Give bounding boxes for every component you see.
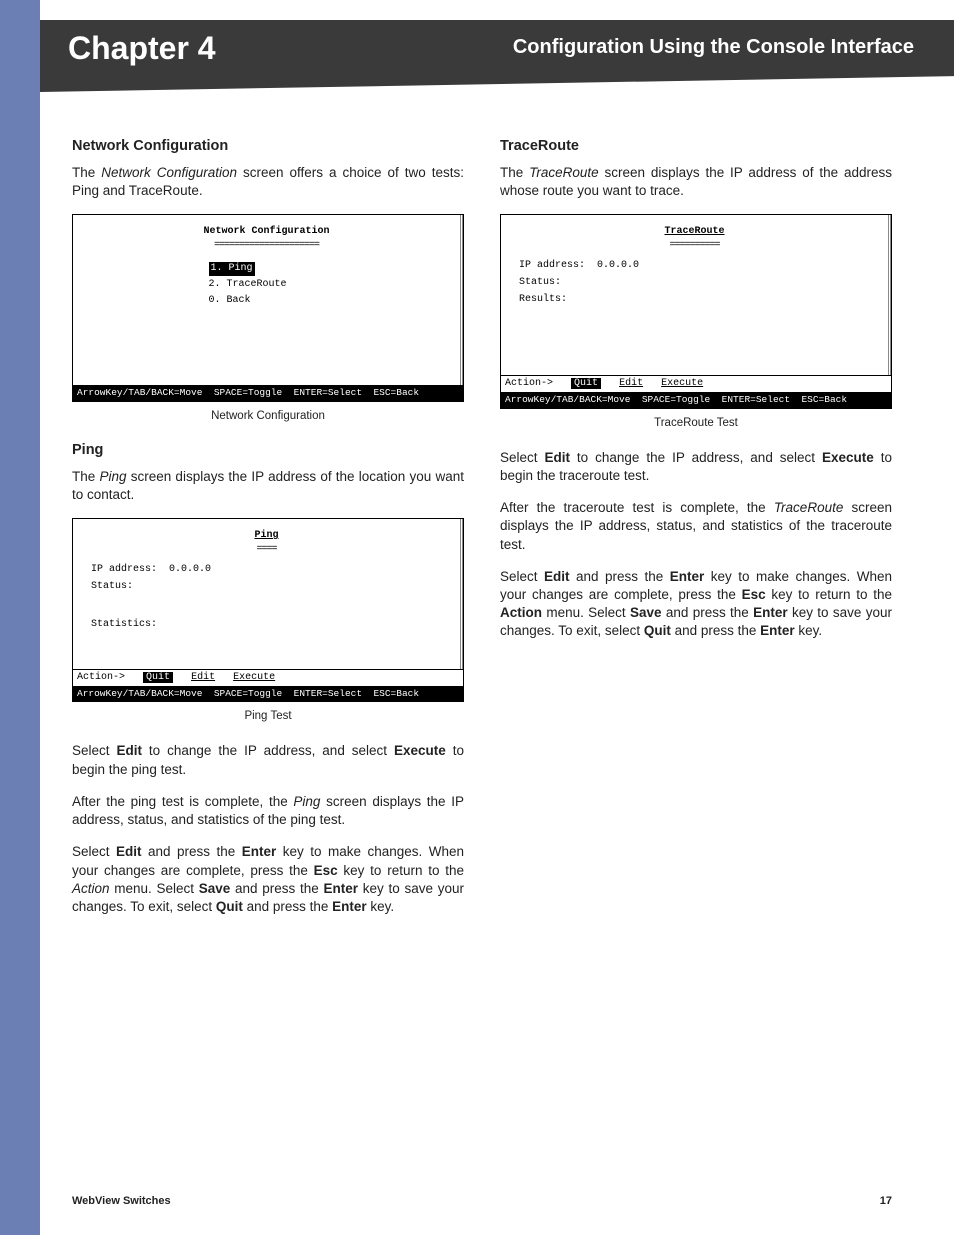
section-title: Configuration Using the Console Interfac… — [513, 36, 914, 59]
chapter-title: Chapter 4 — [68, 30, 216, 67]
caption-ping: Ping Test — [72, 710, 464, 722]
para-trace-result: After the traceroute test is complete, t… — [500, 499, 892, 554]
console-netconf-menu: 1. Ping 2. TraceRoute 0. Back — [207, 261, 327, 309]
page-header: Chapter 4 Configuration Using the Consol… — [40, 20, 954, 92]
menu-item-back: 0. Back — [207, 293, 327, 309]
trace-status-row: Status: — [519, 276, 870, 290]
para-trace-intro: The TraceRoute screen displays the IP ad… — [500, 164, 892, 200]
caption-netconf: Network Configuration — [72, 410, 464, 422]
console-trace-nav: ArrowKey/TAB/BACK=Move SPACE=Toggle ENTE… — [501, 392, 891, 407]
para-ping-edit: Select Edit to change the IP address, an… — [72, 742, 464, 778]
console-ping-rule: ==== — [81, 543, 452, 557]
figure-network-configuration: Network Configuration ==================… — [72, 214, 464, 401]
content-area: Network Configuration The Network Config… — [72, 138, 892, 930]
para-ping-intro: The Ping screen displays the IP address … — [72, 468, 464, 504]
heading-traceroute: TraceRoute — [500, 138, 892, 154]
ping-status-row: Status: — [91, 580, 442, 594]
console-netconf-title: Network Configuration — [81, 225, 452, 239]
para-trace-edit: Select Edit to change the IP address, an… — [500, 449, 892, 485]
para-ping-nav: Select Edit and press the Enter key to m… — [72, 843, 464, 916]
menu-item-ping: 1. Ping — [207, 261, 327, 277]
console-trace-rule: ========== — [509, 239, 880, 253]
figure-traceroute: TraceRoute ========== IP address: 0.0.0.… — [500, 214, 892, 408]
console-netconf-nav: ArrowKey/TAB/BACK=Move SPACE=Toggle ENTE… — [73, 385, 463, 400]
console-traceroute: TraceRoute ========== IP address: 0.0.0.… — [500, 214, 892, 408]
trace-action-row: Action-> Quit Edit Execute — [501, 375, 891, 392]
left-margin-bar — [0, 0, 40, 1235]
footer-product: WebView Switches — [72, 1195, 171, 1207]
heading-network-configuration: Network Configuration — [72, 138, 464, 154]
footer-page-number: 17 — [880, 1195, 892, 1207]
para-trace-nav: Select Edit and press the Enter key to m… — [500, 568, 892, 641]
console-ping-title: Ping — [81, 529, 452, 543]
menu-item-traceroute: 2. TraceRoute — [207, 277, 327, 293]
caption-trace: TraceRoute Test — [500, 417, 892, 429]
right-column: TraceRoute The TraceRoute screen display… — [500, 138, 892, 930]
figure-ping: Ping ==== IP address: 0.0.0.0 Status: St… — [72, 518, 464, 702]
page-footer: WebView Switches 17 — [72, 1195, 892, 1207]
ping-action-row: Action-> Quit Edit Execute — [73, 669, 463, 686]
ping-ip-row: IP address: 0.0.0.0 — [91, 563, 442, 577]
trace-results-row: Results: — [519, 293, 870, 307]
trace-ip-row: IP address: 0.0.0.0 — [519, 259, 870, 273]
left-column: Network Configuration The Network Config… — [72, 138, 464, 930]
heading-ping: Ping — [72, 442, 464, 458]
para-ping-result: After the ping test is complete, the Pin… — [72, 793, 464, 829]
console-ping-nav: ArrowKey/TAB/BACK=Move SPACE=Toggle ENTE… — [73, 686, 463, 701]
console-netconf: Network Configuration ==================… — [72, 214, 464, 401]
console-ping: Ping ==== IP address: 0.0.0.0 Status: St… — [72, 518, 464, 702]
console-netconf-rule: ===================== — [81, 239, 452, 253]
ping-stats-row: Statistics: — [91, 618, 442, 632]
console-trace-title: TraceRoute — [509, 225, 880, 239]
para-netconf-intro: The Network Configuration screen offers … — [72, 164, 464, 200]
